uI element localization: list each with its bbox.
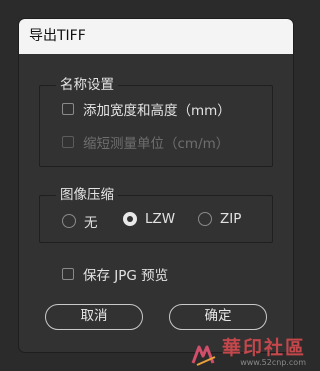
compression-group: 图像压缩 无 LZW ZIP (39, 186, 273, 243)
shorten-unit-checkbox-row: 缩短测量单位（cm/m） (62, 132, 229, 152)
radio-lzw[interactable] (123, 212, 137, 226)
add-dimensions-checkbox-row[interactable]: 添加宽度和高度（mm） (62, 99, 231, 119)
save-jpg-preview-row[interactable]: 保存 JPG 预览 (62, 264, 168, 284)
radio-zip[interactable] (198, 212, 212, 226)
huayin-logo-icon (191, 345, 216, 366)
add-dimensions-checkbox[interactable] (62, 103, 74, 115)
compression-zip-label: ZIP (220, 211, 242, 227)
watermark: 華印社區 www.52cnp.com (191, 338, 306, 367)
save-jpg-preview-label: 保存 JPG 预览 (83, 268, 169, 284)
save-jpg-preview-checkbox[interactable] (62, 268, 74, 280)
ok-button[interactable]: 确定 (169, 304, 267, 330)
naming-group: 名称设置 添加宽度和高度（mm） 缩短测量单位（cm/m） (39, 76, 273, 167)
compression-option-zip[interactable]: ZIP (198, 211, 241, 227)
add-dimensions-label: 添加宽度和高度（mm） (83, 103, 231, 119)
shorten-unit-checkbox (62, 136, 74, 148)
compression-lzw-label: LZW (145, 211, 176, 227)
shorten-unit-label: 缩短测量单位（cm/m） (83, 136, 230, 152)
export-tiff-dialog: 导出TIFF 名称设置 添加宽度和高度（mm） 缩短测量单位（cm/m） 图像压… (19, 19, 293, 352)
compression-option-lzw[interactable]: LZW (123, 211, 175, 227)
radio-none[interactable] (62, 214, 76, 228)
compression-legend: 图像压缩 (56, 186, 118, 204)
cancel-button[interactable]: 取消 (45, 304, 143, 330)
dialog-title: 导出TIFF (19, 19, 293, 54)
compression-none-label: 无 (84, 215, 98, 231)
naming-legend: 名称设置 (56, 76, 118, 94)
compression-option-none[interactable]: 无 (62, 211, 98, 231)
watermark-text: 華印社區 (221, 337, 306, 359)
watermark-url: www.52cnp.com (240, 358, 306, 367)
